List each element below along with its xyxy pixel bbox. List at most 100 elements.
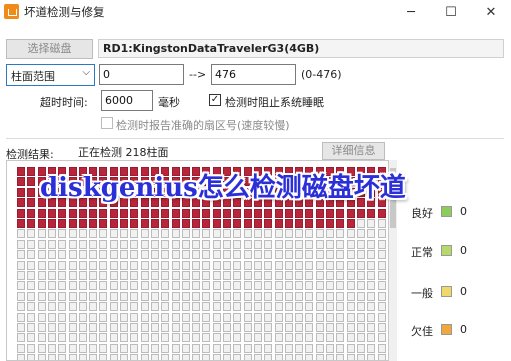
block-cell [130, 343, 139, 353]
timeout-input[interactable]: 6000 [101, 90, 153, 111]
minimize-button[interactable]: ─ [391, 0, 431, 25]
block-cell [140, 333, 149, 343]
block-cell [223, 281, 231, 291]
block-cell [37, 343, 46, 353]
block-cell [47, 219, 56, 228]
range-mode-select[interactable]: 柱面范围 ⌵ [6, 64, 95, 86]
block-cell [233, 239, 242, 249]
block-cell [99, 281, 108, 291]
block-cell [212, 302, 221, 312]
block-cell [17, 177, 25, 187]
block-cell [78, 291, 87, 301]
scan-status: 正在检测 218柱面 [78, 146, 169, 159]
block-cell [99, 239, 108, 249]
block-cell [58, 354, 67, 360]
block-cell [171, 281, 180, 291]
block-cell [130, 312, 139, 322]
block-cell [27, 187, 36, 197]
block-cell [346, 271, 355, 280]
block-cell [17, 239, 25, 249]
block-cell [171, 208, 180, 218]
block-cell [181, 343, 190, 353]
block-cell [78, 333, 87, 343]
block-cell [202, 281, 211, 291]
block-cell [109, 260, 118, 270]
block-cell [99, 229, 108, 239]
block-cell [140, 229, 149, 239]
block-cell [212, 291, 221, 301]
block-cell [315, 208, 324, 218]
block-cell [326, 281, 334, 291]
block-cell [47, 333, 56, 343]
block-cell [99, 260, 108, 270]
block-cell [192, 239, 201, 249]
close-button[interactable]: ✕ [471, 0, 511, 25]
block-cell [274, 323, 283, 332]
block-cell [253, 281, 262, 291]
block-cell [150, 291, 159, 301]
block-cell [233, 312, 242, 322]
block-cell [233, 260, 242, 270]
block-cell [161, 229, 170, 239]
block-cell [47, 302, 56, 312]
select-disk-button[interactable]: 选择磁盘 [6, 39, 93, 59]
block-cell [17, 354, 25, 360]
block-cell [109, 250, 118, 260]
block-cell [315, 281, 324, 291]
block-cell [243, 229, 252, 239]
block-cell [223, 219, 231, 228]
block-cell [253, 271, 262, 280]
end-cylinder-input[interactable]: 476 [211, 64, 296, 85]
block-cell [305, 219, 314, 228]
block-cell [367, 208, 376, 218]
block-cell [243, 260, 252, 270]
block-cell [89, 250, 98, 260]
details-button[interactable]: 详细信息 [322, 142, 385, 160]
block-cell [284, 250, 293, 260]
block-cell [109, 208, 118, 218]
block-cell [336, 219, 345, 228]
block-cell [243, 271, 252, 280]
block-cell [27, 354, 36, 360]
maximize-button[interactable]: ☐ [431, 0, 471, 25]
start-cylinder-input[interactable]: 0 [99, 64, 184, 85]
block-cell [27, 260, 36, 270]
prevent-sleep-checkbox[interactable]: ✓ [209, 94, 221, 106]
block-cell [336, 333, 345, 343]
block-cell [295, 312, 304, 322]
block-cell [274, 354, 283, 360]
block-cell [346, 250, 355, 260]
block-cell [243, 333, 252, 343]
block-cell [140, 239, 149, 249]
block-cell [346, 323, 355, 332]
block-cell [253, 250, 262, 260]
block-cell [47, 354, 56, 360]
block-cell [336, 354, 345, 360]
block-cell [295, 219, 304, 228]
block-cell [140, 291, 149, 301]
block-cell [161, 343, 170, 353]
block-cell [356, 281, 365, 291]
block-cell [27, 302, 36, 312]
block-cell [243, 239, 252, 249]
block-cell [37, 281, 46, 291]
range-limit-hint: (0-476) [301, 68, 342, 81]
block-cell [120, 302, 128, 312]
block-cell [264, 239, 273, 249]
block-cell [223, 291, 231, 301]
block-cell [346, 260, 355, 270]
block-cell [181, 281, 190, 291]
block-cell [150, 333, 159, 343]
block-cell [367, 271, 376, 280]
block-cell [78, 281, 87, 291]
block-cell [150, 271, 159, 280]
block-cell [78, 323, 87, 332]
block-cell [130, 219, 139, 228]
block-cell [68, 208, 77, 218]
block-cell [202, 354, 211, 360]
block-cell [68, 281, 77, 291]
block-cell [367, 323, 376, 332]
report-sector-checkbox[interactable] [101, 117, 113, 129]
block-cell [181, 323, 190, 332]
block-cell [264, 343, 273, 353]
